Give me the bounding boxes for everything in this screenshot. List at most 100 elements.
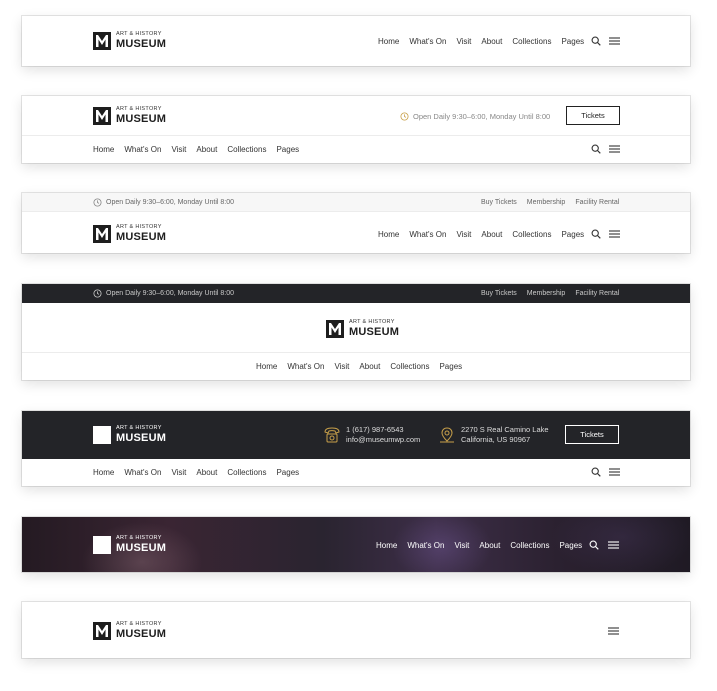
hamburger-menu-icon[interactable] [609, 144, 620, 154]
search-icon[interactable] [591, 36, 601, 46]
map-pin-icon [438, 426, 456, 444]
nav-whats-on[interactable]: What's On [409, 37, 446, 46]
museum-m-logo-icon [93, 225, 111, 243]
nav-collections[interactable]: Collections [390, 362, 429, 371]
opening-hours-text: Open Daily 9:30–6:00, Monday Until 8:00 [106, 198, 235, 206]
nav-collections[interactable]: Collections [512, 230, 551, 239]
nav-home[interactable]: Home [93, 468, 114, 477]
nav-pages[interactable]: Pages [561, 37, 584, 46]
museum-logo[interactable]: ART & HISTORY MUSEUM [93, 107, 166, 125]
nav-home[interactable]: Home [378, 230, 399, 239]
facility-rental-link[interactable]: Facility Rental [575, 290, 619, 297]
hamburger-menu-icon[interactable] [609, 229, 620, 239]
header-variant-1: ART & HISTORY MUSEUM Home What's On Visit… [22, 16, 690, 66]
nav-pages[interactable]: Pages [559, 541, 582, 550]
membership-link[interactable]: Membership [527, 199, 566, 206]
hamburger-menu-icon[interactable] [608, 626, 619, 636]
opening-hours: Open Daily 9:30–6:00, Monday Until 8:00 [93, 198, 234, 207]
nav-collections[interactable]: Collections [510, 541, 549, 550]
museum-logo[interactable]: ART & HISTORY MUSEUM [93, 426, 166, 444]
contact-phone-email: 1 (617) 987-6543 info@museumwp.com [346, 425, 420, 445]
museum-m-logo-icon [93, 426, 111, 444]
tickets-button[interactable]: Tickets [566, 106, 620, 125]
hamburger-menu-icon[interactable] [608, 540, 619, 550]
logo-subtitle: ART & HISTORY [116, 621, 162, 628]
phone-number[interactable]: 1 (617) 987-6543 [346, 425, 420, 435]
email-address[interactable]: info@museumwp.com [346, 435, 420, 445]
main-nav: Home What's On Visit About Collections P… [378, 230, 584, 239]
hamburger-menu-icon[interactable] [609, 36, 620, 46]
museum-m-logo-icon [93, 622, 111, 640]
nav-about[interactable]: About [479, 541, 500, 550]
nav-collections[interactable]: Collections [227, 468, 266, 477]
nav-whats-on[interactable]: What's On [287, 362, 324, 371]
header-variant-2: ART & HISTORY MUSEUM Open Daily 9:30–6:00… [22, 96, 690, 163]
nav-visit[interactable]: Visit [334, 362, 349, 371]
nav-visit[interactable]: Visit [454, 541, 469, 550]
main-nav: Home What's On Visit About Collections P… [378, 37, 584, 46]
logo-subtitle: ART & HISTORY [349, 319, 395, 326]
facility-rental-link[interactable]: Facility Rental [575, 199, 619, 206]
logo-title: MUSEUM [116, 37, 167, 50]
logo-title: MUSEUM [116, 541, 167, 554]
nav-pages[interactable]: Pages [276, 468, 299, 477]
nav-home[interactable]: Home [376, 541, 397, 550]
nav-pages[interactable]: Pages [561, 230, 584, 239]
nav-visit[interactable]: Visit [456, 230, 471, 239]
museum-m-logo-icon [93, 32, 111, 50]
buy-tickets-link[interactable]: Buy Tickets [481, 199, 517, 206]
nav-visit[interactable]: Visit [171, 145, 186, 154]
nav-collections[interactable]: Collections [512, 37, 551, 46]
header-variant-7: ART & HISTORY MUSEUM [22, 602, 690, 658]
nav-about[interactable]: About [481, 230, 502, 239]
main-nav: Home What's On Visit About Collections P… [256, 362, 462, 371]
nav-visit[interactable]: Visit [171, 468, 186, 477]
museum-m-logo-icon [93, 107, 111, 125]
nav-whats-on[interactable]: What's On [409, 230, 446, 239]
nav-about[interactable]: About [196, 468, 217, 477]
museum-logo[interactable]: ART & HISTORY MUSEUM [93, 225, 166, 243]
opening-hours: Open Daily 9:30–6:00, Monday Until 8:00 [400, 112, 550, 121]
nav-home[interactable]: Home [256, 362, 277, 371]
museum-logo[interactable]: ART & HISTORY MUSEUM [93, 536, 166, 554]
search-icon[interactable] [591, 144, 601, 154]
membership-link[interactable]: Membership [527, 290, 566, 297]
nav-pages[interactable]: Pages [439, 362, 462, 371]
logo-title: MUSEUM [116, 112, 167, 125]
clock-icon [400, 112, 409, 121]
nav-home[interactable]: Home [93, 145, 114, 154]
top-links: Buy Tickets Membership Facility Rental [481, 290, 619, 297]
search-icon[interactable] [589, 540, 599, 550]
logo-subtitle: ART & HISTORY [116, 425, 162, 432]
nav-pages[interactable]: Pages [276, 145, 299, 154]
nav-visit[interactable]: Visit [456, 37, 471, 46]
header-variant-4: Open Daily 9:30–6:00, Monday Until 8:00 … [22, 284, 690, 380]
museum-logo[interactable]: ART & HISTORY MUSEUM [326, 320, 399, 338]
nav-about[interactable]: About [481, 37, 502, 46]
museum-m-logo-icon [93, 536, 111, 554]
logo-title: MUSEUM [349, 325, 400, 338]
tickets-button[interactable]: Tickets [565, 425, 619, 444]
search-icon[interactable] [591, 467, 601, 477]
museum-logo[interactable]: ART & HISTORY MUSEUM [93, 32, 166, 50]
nav-home[interactable]: Home [378, 37, 399, 46]
hamburger-menu-icon[interactable] [609, 467, 620, 477]
opening-hours: Open Daily 9:30–6:00, Monday Until 8:00 [93, 289, 234, 298]
nav-whats-on[interactable]: What's On [124, 468, 161, 477]
buy-tickets-link[interactable]: Buy Tickets [481, 290, 517, 297]
nav-whats-on[interactable]: What's On [407, 541, 444, 550]
clock-icon [93, 198, 102, 207]
phone-icon [323, 426, 341, 444]
logo-subtitle: ART & HISTORY [116, 106, 162, 113]
address-line-1: 2270 S Real Camino Lake [461, 425, 549, 434]
logo-subtitle: ART & HISTORY [116, 535, 162, 542]
museum-logo[interactable]: ART & HISTORY MUSEUM [93, 622, 166, 640]
logo-subtitle: ART & HISTORY [116, 31, 162, 38]
nav-whats-on[interactable]: What's On [124, 145, 161, 154]
nav-about[interactable]: About [359, 362, 380, 371]
main-nav: Home What's On Visit About Collections P… [93, 468, 299, 477]
address-line-2: California, US 90967 [461, 435, 531, 444]
search-icon[interactable] [591, 229, 601, 239]
nav-about[interactable]: About [196, 145, 217, 154]
nav-collections[interactable]: Collections [227, 145, 266, 154]
